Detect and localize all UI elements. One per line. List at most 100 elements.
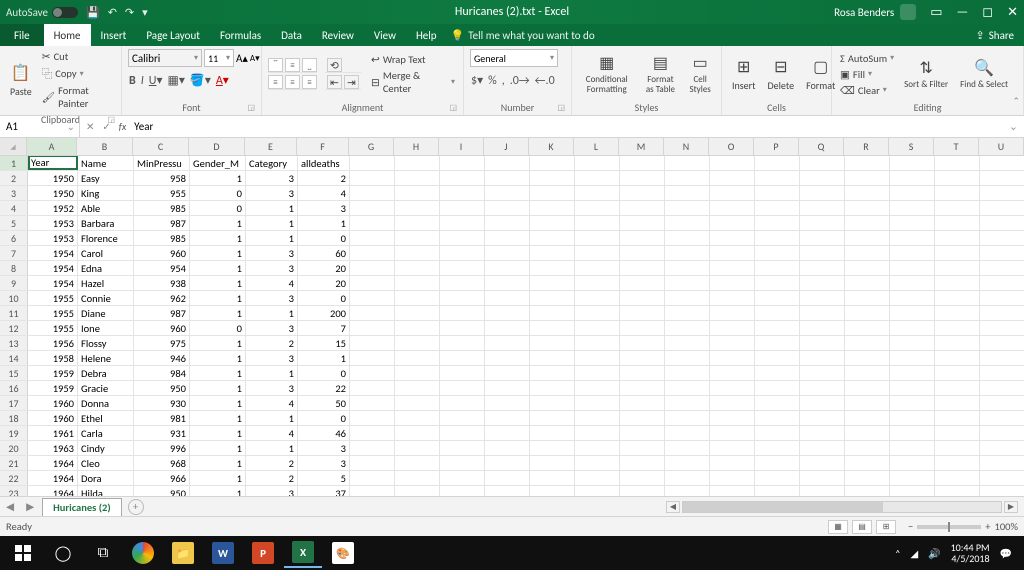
qat-customize-icon[interactable]: ▾ <box>142 6 148 19</box>
taskbar-powerpoint[interactable]: P <box>244 538 282 568</box>
data-cell[interactable]: 1964 <box>28 486 78 496</box>
header-cell[interactable]: alldeaths <box>298 156 350 170</box>
decrease-decimal-button[interactable]: ←.0 <box>534 74 556 88</box>
tab-help[interactable]: Help <box>406 24 447 46</box>
column-header-O[interactable]: O <box>709 138 754 155</box>
data-cell[interactable]: 1 <box>298 351 350 365</box>
header-cell[interactable]: Gender_M <box>190 156 246 170</box>
notifications-icon[interactable]: 💬 <box>1000 547 1012 560</box>
data-cell[interactable]: 37 <box>298 486 350 496</box>
data-cell[interactable]: 1 <box>190 366 246 380</box>
paste-button[interactable]: 📋Paste <box>6 61 36 100</box>
clipboard-launcher-icon[interactable]: ◲ <box>107 115 115 125</box>
data-cell[interactable]: 46 <box>298 426 350 440</box>
data-cell[interactable]: 5 <box>298 471 350 485</box>
wrap-text-button[interactable]: ↩Wrap Text <box>369 52 457 67</box>
data-cell[interactable]: 200 <box>298 306 350 320</box>
data-cell[interactable]: 1 <box>190 261 246 275</box>
column-header-H[interactable]: H <box>394 138 439 155</box>
italic-button[interactable]: I <box>140 74 145 88</box>
row-header[interactable]: 13 <box>0 336 28 350</box>
tab-page-layout[interactable]: Page Layout <box>136 24 210 46</box>
data-cell[interactable]: 958 <box>134 171 190 185</box>
clock[interactable]: 10:44 PM 4/5/2018 <box>951 542 990 564</box>
data-cell[interactable]: 966 <box>134 471 190 485</box>
data-cell[interactable]: 1963 <box>28 441 78 455</box>
format-as-table-button[interactable]: ▤Format as Table <box>639 51 681 97</box>
data-cell[interactable]: Hilda <box>78 486 134 496</box>
data-cell[interactable]: Helene <box>78 351 134 365</box>
data-cell[interactable]: 3 <box>246 186 298 200</box>
zoom-in-button[interactable]: + <box>985 520 990 533</box>
data-cell[interactable]: 1 <box>190 471 246 485</box>
empty-cells[interactable] <box>350 456 1024 470</box>
data-cell[interactable]: 3 <box>246 171 298 185</box>
data-cell[interactable]: Debra <box>78 366 134 380</box>
page-layout-view-button[interactable]: ▤ <box>852 520 872 534</box>
fill-button[interactable]: ▣Fill▾ <box>838 67 896 82</box>
empty-cells[interactable] <box>350 231 1024 245</box>
font-color-button[interactable]: A▾ <box>215 73 230 88</box>
zoom-out-button[interactable]: − <box>908 520 913 533</box>
data-cell[interactable]: Cleo <box>78 456 134 470</box>
data-cell[interactable]: Dora <box>78 471 134 485</box>
tell-me-search[interactable]: Tell me what you want to do <box>451 24 595 46</box>
data-cell[interactable]: 3 <box>246 261 298 275</box>
empty-cells[interactable] <box>350 291 1024 305</box>
add-sheet-button[interactable]: + <box>128 499 144 515</box>
data-cell[interactable]: 1 <box>190 456 246 470</box>
empty-cells[interactable] <box>350 216 1024 230</box>
row-header[interactable]: 6 <box>0 231 28 245</box>
column-header-E[interactable]: E <box>245 138 297 155</box>
column-header-G[interactable]: G <box>349 138 394 155</box>
tab-insert[interactable]: Insert <box>91 24 137 46</box>
data-cell[interactable]: 0 <box>298 366 350 380</box>
data-cell[interactable]: 1955 <box>28 291 78 305</box>
data-cell[interactable]: Florence <box>78 231 134 245</box>
orientation-button[interactable]: ⟲ <box>327 58 342 72</box>
data-cell[interactable]: Easy <box>78 171 134 185</box>
task-view-button[interactable]: ⧉ <box>84 538 122 568</box>
data-cell[interactable]: 1960 <box>28 396 78 410</box>
row-header[interactable]: 14 <box>0 351 28 365</box>
row-header[interactable]: 2 <box>0 171 28 185</box>
data-cell[interactable]: 0 <box>298 291 350 305</box>
data-cell[interactable]: 1956 <box>28 336 78 350</box>
data-cell[interactable]: 1 <box>190 336 246 350</box>
volume-icon[interactable]: 🔊 <box>928 547 940 560</box>
data-cell[interactable]: 996 <box>134 441 190 455</box>
taskbar-word[interactable]: W <box>204 538 242 568</box>
data-cell[interactable]: Carol <box>78 246 134 260</box>
row-header[interactable]: 15 <box>0 366 28 380</box>
data-cell[interactable]: 1 <box>190 276 246 290</box>
tab-view[interactable]: View <box>364 24 406 46</box>
empty-cells[interactable] <box>350 261 1024 275</box>
data-cell[interactable]: Cindy <box>78 441 134 455</box>
data-cell[interactable]: 1961 <box>28 426 78 440</box>
formula-input[interactable] <box>134 120 997 133</box>
data-cell[interactable]: 987 <box>134 216 190 230</box>
data-cell[interactable]: 1958 <box>28 351 78 365</box>
font-name-select[interactable]: Calibri▾ <box>128 49 202 67</box>
data-cell[interactable]: 3 <box>246 486 298 496</box>
data-cell[interactable]: 0 <box>298 231 350 245</box>
underline-button[interactable]: U▾ <box>148 73 164 88</box>
tab-review[interactable]: Review <box>312 24 364 46</box>
data-cell[interactable]: 4 <box>246 396 298 410</box>
data-cell[interactable]: 2 <box>246 336 298 350</box>
scroll-thumb[interactable] <box>683 502 883 512</box>
row-header[interactable]: 18 <box>0 411 28 425</box>
data-cell[interactable]: 968 <box>134 456 190 470</box>
row-header[interactable]: 1 <box>0 156 28 170</box>
data-cell[interactable]: 987 <box>134 306 190 320</box>
data-cell[interactable]: 1950 <box>28 186 78 200</box>
empty-cells[interactable] <box>350 486 1024 496</box>
border-button[interactable]: ▦▾ <box>167 73 186 88</box>
data-cell[interactable]: 2 <box>246 456 298 470</box>
scroll-track[interactable] <box>682 501 1002 513</box>
column-header-J[interactable]: J <box>484 138 529 155</box>
data-cell[interactable]: Ione <box>78 321 134 335</box>
save-icon[interactable]: 💾 <box>86 6 100 19</box>
find-select-button[interactable]: 🔍Find & Select <box>956 56 1012 92</box>
sheet-nav-prev-icon[interactable]: ◀ <box>0 500 20 513</box>
